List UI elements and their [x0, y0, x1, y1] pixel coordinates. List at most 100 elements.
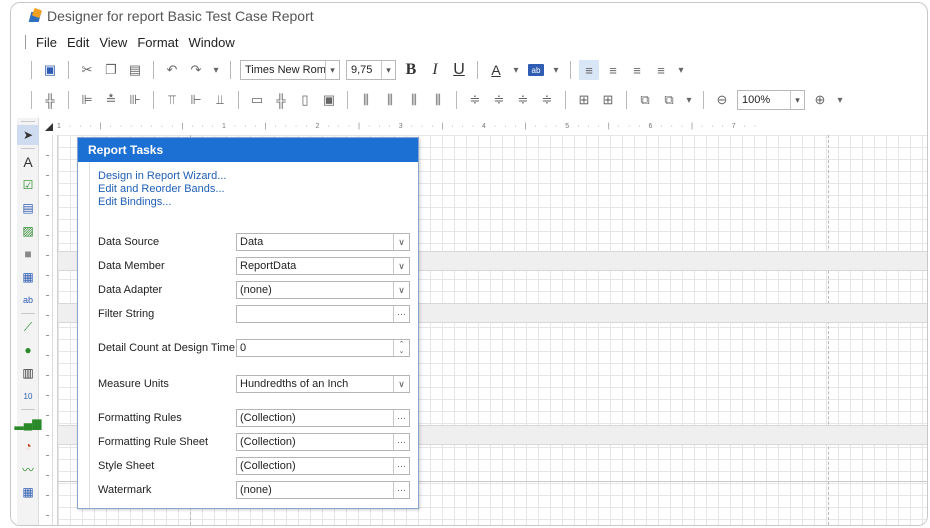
detail-count-spinner[interactable]: 0 ⌃ ⌄	[236, 339, 410, 357]
ellipsis-icon[interactable]: ···	[393, 410, 409, 426]
align-centers-icon[interactable]: ≛	[101, 90, 121, 110]
font-color-button[interactable]: A	[484, 60, 508, 80]
make-same-size-icon[interactable]: ▣	[319, 90, 339, 110]
chevron-down-icon[interactable]: ▾	[325, 61, 339, 79]
highlight-dropdown-icon[interactable]: ▾	[550, 60, 562, 80]
size-to-grid-icon[interactable]: ╬	[271, 90, 291, 110]
sparkline-tool-icon[interactable]: 〰	[17, 459, 39, 479]
ellipsis-icon[interactable]: ···	[393, 306, 409, 322]
h-spacing-decrease-icon[interactable]: ⫼	[404, 90, 424, 110]
zoom-dropdown-icon[interactable]: ▾	[834, 90, 846, 110]
chevron-down-icon[interactable]: ∨	[393, 234, 409, 250]
zoom-out-icon[interactable]: ⊖	[712, 90, 732, 110]
style-sheet-label: Style Sheet	[98, 460, 155, 472]
save-icon[interactable]: ▣	[40, 60, 60, 80]
v-spacing-remove-icon[interactable]: ≑	[537, 90, 557, 110]
font-size-combo[interactable]: 9,75 ▾	[346, 60, 396, 80]
cut-icon[interactable]: ✂	[77, 60, 97, 80]
filter-string-field[interactable]: ···	[236, 305, 410, 323]
chevron-down-icon[interactable]: ▾	[381, 61, 395, 79]
chevron-down-icon[interactable]: ▾	[790, 91, 804, 109]
data-member-combo[interactable]: ReportData ∨	[236, 257, 410, 275]
spin-updown-icon[interactable]: ⌃ ⌄	[393, 340, 409, 356]
order-dropdown-icon[interactable]: ▾	[683, 90, 695, 110]
measure-units-combo[interactable]: Hundredths of an Inch ∨	[236, 375, 410, 393]
picture-tool-icon[interactable]: ▨	[17, 221, 39, 241]
bring-to-front-icon[interactable]: ⧉	[635, 90, 655, 110]
checkbox-tool-icon[interactable]: ☑	[17, 175, 39, 195]
ellipsis-icon[interactable]: ···	[393, 434, 409, 450]
menu-format[interactable]: Format	[137, 35, 178, 50]
chevron-down-icon[interactable]: ∨	[393, 282, 409, 298]
copy-icon[interactable]: ❐	[101, 60, 121, 80]
h-spacing-remove-icon[interactable]: ⫼	[428, 90, 448, 110]
align-rights-icon[interactable]: ⊪	[125, 90, 145, 110]
send-to-back-icon[interactable]: ⧉	[659, 90, 679, 110]
watermark-field[interactable]: (none) ···	[236, 481, 410, 499]
zoom-combo[interactable]: 100% ▾	[737, 90, 805, 110]
pivot-grid-tool-icon[interactable]: ▦	[17, 482, 39, 502]
table-tool-icon[interactable]: ▦	[17, 267, 39, 287]
barcode-tool-icon[interactable]: ▥	[17, 363, 39, 383]
character-comb-tool-icon[interactable]: ab	[17, 290, 39, 310]
v-spacing-decrease-icon[interactable]: ≑	[513, 90, 533, 110]
menu-edit[interactable]: Edit	[67, 35, 89, 50]
chevron-down-icon[interactable]: ∨	[393, 376, 409, 392]
chevron-down-icon[interactable]: ∨	[393, 258, 409, 274]
font-color-dropdown-icon[interactable]: ▾	[510, 60, 522, 80]
bold-button[interactable]: B	[401, 60, 421, 80]
watermark-value: (none)	[240, 484, 272, 496]
menu-view[interactable]: View	[99, 35, 127, 50]
richtext-tool-icon[interactable]: ▤	[17, 198, 39, 218]
align-tops-icon[interactable]: ⫪	[162, 90, 182, 110]
make-same-width-icon[interactable]: ▭	[247, 90, 267, 110]
label-tool-icon[interactable]: A	[17, 152, 39, 172]
justify-icon[interactable]: ≡	[651, 60, 671, 80]
menu-window[interactable]: Window	[188, 35, 234, 50]
redo-dropdown-icon[interactable]: ▾	[210, 60, 222, 80]
font-name-combo[interactable]: Times New Roman ▾	[240, 60, 340, 80]
formatting-rule-sheet-field[interactable]: (Collection) ···	[236, 433, 410, 451]
h-spacing-equal-icon[interactable]: ⫼	[356, 90, 376, 110]
italic-button[interactable]: I	[425, 60, 445, 80]
formatting-rules-field[interactable]: (Collection) ···	[236, 409, 410, 427]
paste-icon[interactable]: ▤	[125, 60, 145, 80]
line-tool-icon[interactable]: ⟋	[17, 317, 39, 337]
data-source-combo[interactable]: Data ∨	[236, 233, 410, 251]
align-dropdown-icon[interactable]: ▾	[675, 60, 687, 80]
ellipsis-icon[interactable]: ···	[393, 482, 409, 498]
highlight-button[interactable]: ab	[526, 60, 546, 80]
design-in-report-wizard-link[interactable]: Design in Report Wizard...	[98, 170, 418, 183]
toolbar-separator	[477, 61, 478, 79]
edit-bindings-link[interactable]: Edit Bindings...	[98, 196, 418, 209]
v-spacing-increase-icon[interactable]: ≑	[489, 90, 509, 110]
align-center-icon[interactable]: ≡	[603, 60, 623, 80]
underline-button[interactable]: U	[449, 60, 469, 80]
center-vertically-icon[interactable]: ⊞	[598, 90, 618, 110]
align-to-grid-icon[interactable]: ╬	[40, 90, 60, 110]
style-sheet-field[interactable]: (Collection) ···	[236, 457, 410, 475]
edit-and-reorder-bands-link[interactable]: Edit and Reorder Bands...	[98, 183, 418, 196]
h-spacing-increase-icon[interactable]: ⫼	[380, 90, 400, 110]
chart-tool-icon[interactable]: ▂▄▆	[15, 413, 42, 433]
panel-tool-icon[interactable]: ■	[17, 244, 39, 264]
ellipsis-icon[interactable]: ···	[393, 458, 409, 474]
ruler-corner-icon[interactable]	[43, 121, 55, 133]
redo-icon[interactable]: ↷	[186, 60, 206, 80]
zipcode-tool-icon[interactable]: 10	[17, 386, 39, 406]
shape-tool-icon[interactable]: ●	[17, 340, 39, 360]
v-spacing-equal-icon[interactable]: ≑	[465, 90, 485, 110]
align-left-icon[interactable]: ≡	[579, 60, 599, 80]
menu-file[interactable]: File	[36, 35, 57, 50]
align-lefts-icon[interactable]: ⊫	[77, 90, 97, 110]
pointer-tool-icon[interactable]: ➤	[17, 125, 39, 145]
align-bottoms-icon[interactable]: ⫫	[210, 90, 230, 110]
undo-icon[interactable]: ↶	[162, 60, 182, 80]
make-same-height-icon[interactable]: ▯	[295, 90, 315, 110]
align-right-icon[interactable]: ≡	[627, 60, 647, 80]
align-middles-icon[interactable]: ⊩	[186, 90, 206, 110]
gauge-tool-icon[interactable]: ◔	[17, 436, 39, 456]
data-adapter-combo[interactable]: (none) ∨	[236, 281, 410, 299]
center-horizontally-icon[interactable]: ⊞	[574, 90, 594, 110]
zoom-in-icon[interactable]: ⊕	[810, 90, 830, 110]
